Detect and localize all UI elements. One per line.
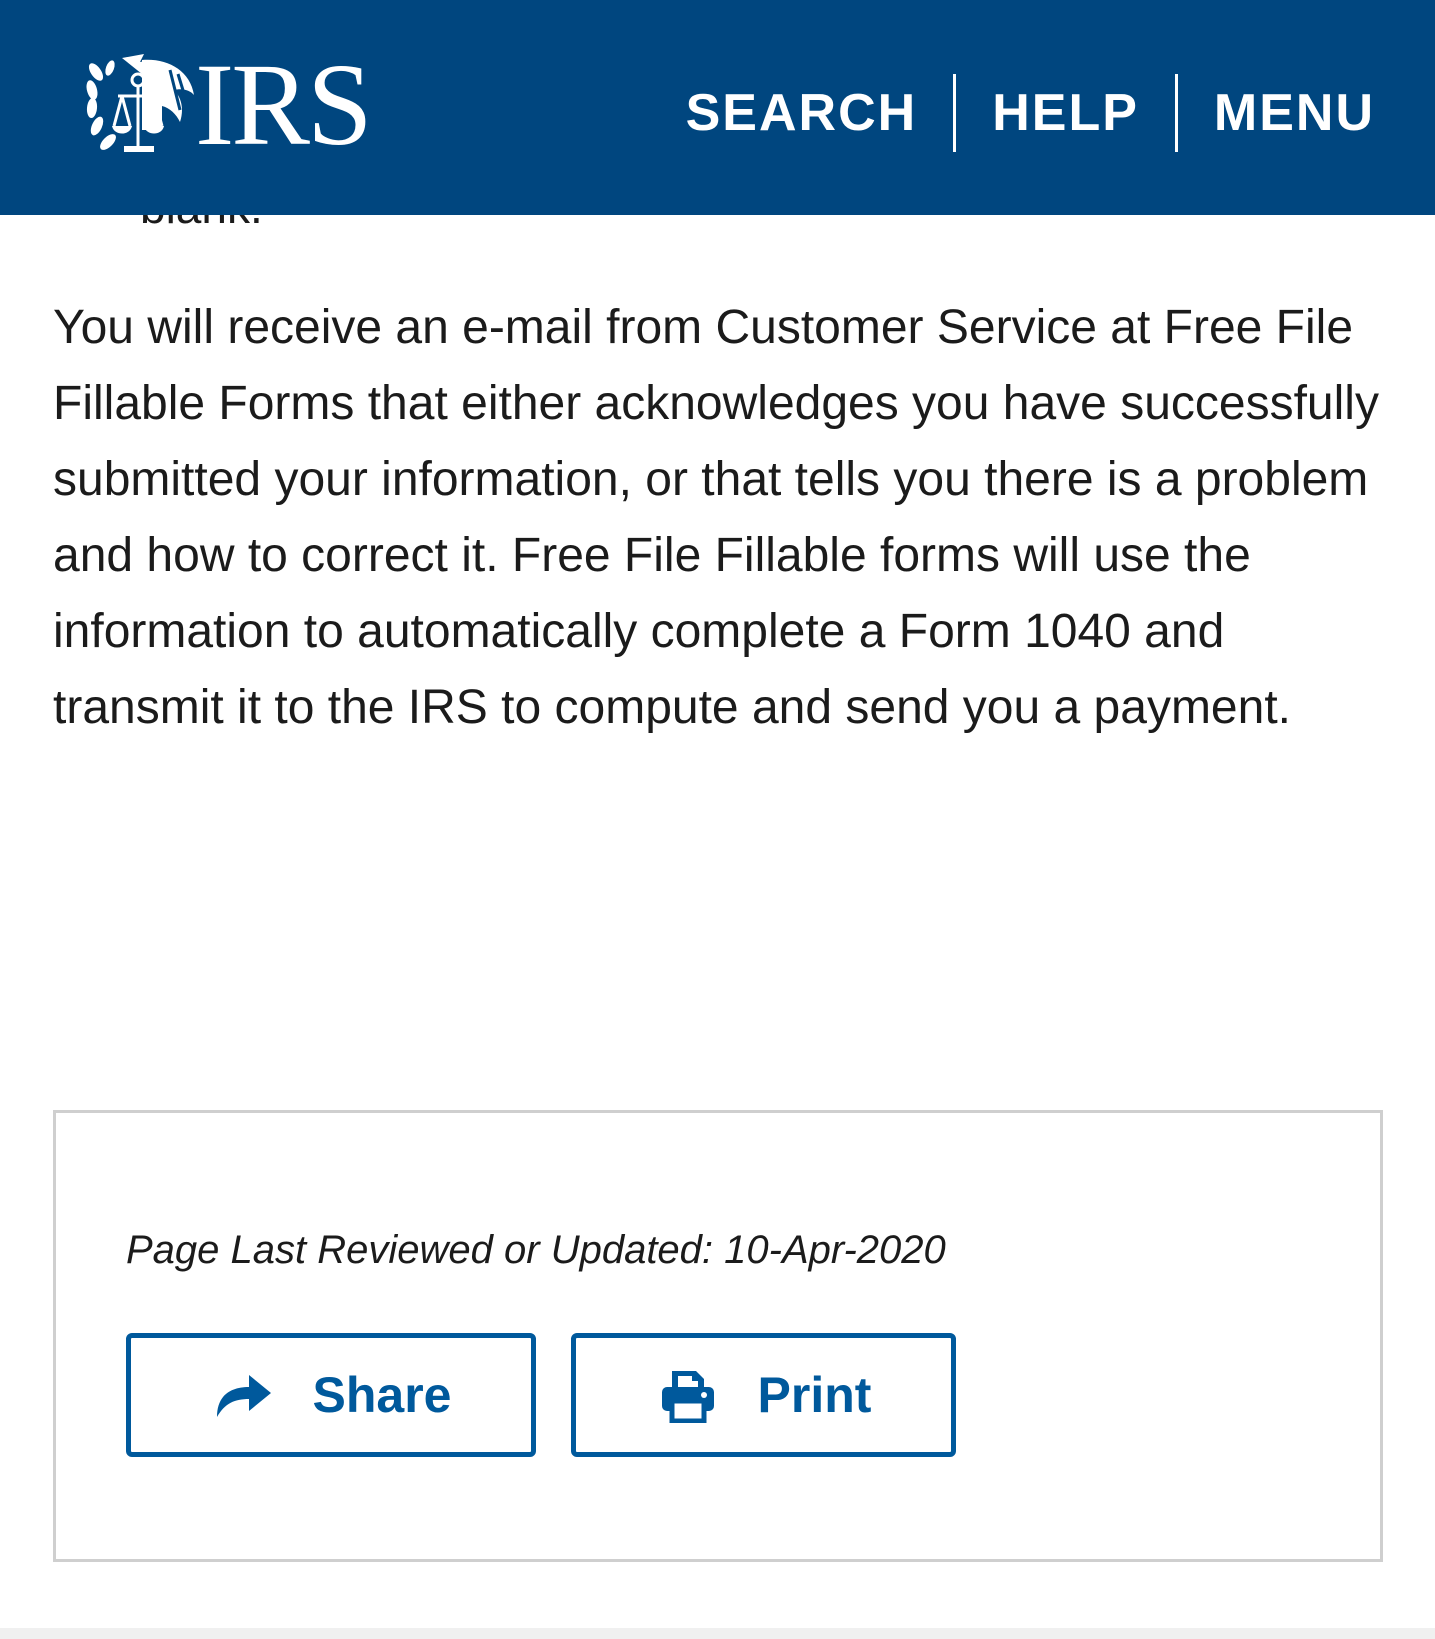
irs-eagle-logo-icon (86, 54, 194, 152)
bottom-divider (0, 1628, 1435, 1639)
share-button[interactable]: Share (126, 1333, 536, 1457)
menu-link[interactable]: MENU (1178, 83, 1375, 143)
site-header: IRS SEARCH HELP MENU (0, 0, 1435, 215)
help-link[interactable]: HELP (956, 83, 1175, 143)
print-button[interactable]: Print (571, 1333, 956, 1457)
header-nav: SEARCH HELP MENU (650, 74, 1375, 152)
irs-logo-link[interactable]: IRS (82, 39, 373, 170)
share-arrow-icon (216, 1375, 271, 1417)
body-paragraph: You will receive an e-mail from Customer… (53, 301, 1379, 734)
irs-logo-text: IRS (195, 39, 373, 170)
last-reviewed-text: Page Last Reviewed or Updated: 10-Apr-20… (126, 1228, 946, 1272)
share-button-label: Share (312, 1367, 452, 1423)
print-button-label: Print (757, 1367, 872, 1423)
printer-icon (661, 1371, 714, 1423)
page: IRS SEARCH HELP MENU blank. You will rec… (0, 0, 1435, 1639)
search-link[interactable]: SEARCH (650, 83, 954, 143)
page-footer-box: Page Last Reviewed or Updated: 10-Apr-20… (53, 1110, 1383, 1562)
